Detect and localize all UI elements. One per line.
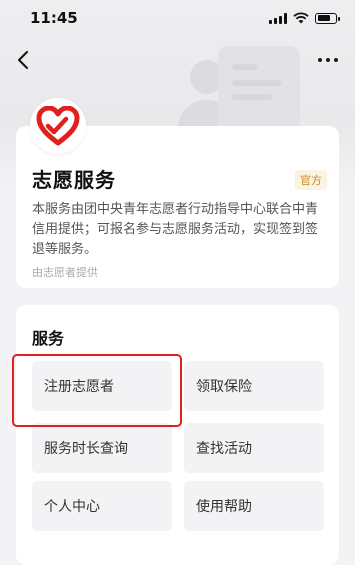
service-provider: 由志愿者提供 [32,266,98,279]
wifi-icon [293,12,309,24]
personal-center-button[interactable]: 个人中心 [32,481,172,531]
back-button[interactable] [12,46,36,74]
more-dots-icon [318,58,322,62]
service-description: 本服务由团中央青年志愿者行动指导中心联合中青信用提供；可报名参与志愿服务活动，实… [32,202,319,257]
service-title: 志愿服务 [32,168,116,192]
more-options-button[interactable] [313,50,343,70]
heart-hand-logo-icon [36,106,80,146]
signal-icon [269,12,287,24]
services-section-title: 服务 [32,329,65,348]
status-icons [269,12,340,24]
services-card: 服务 注册志愿者 领取保险 服务时长查询 查找活动 个人中心 使用帮助 [16,305,339,565]
back-arrow-icon [18,51,28,69]
highlight-box [12,354,182,427]
find-activities-button[interactable]: 查找活动 [184,423,324,473]
service-hours-query-button[interactable]: 服务时长查询 [32,423,172,473]
help-button[interactable]: 使用帮助 [184,481,324,531]
battery-icon [315,12,340,24]
service-info-card: 志愿服务 官方 本服务由团中央青年志愿者行动指导中心联合中青信用提供；可报名参与… [16,98,339,288]
claim-insurance-button[interactable]: 领取保险 [184,361,324,411]
status-time: 11:45 [30,9,78,27]
service-logo [30,98,86,154]
status-bar: 11:45 [0,0,355,40]
official-badge: 官方 [295,170,327,190]
